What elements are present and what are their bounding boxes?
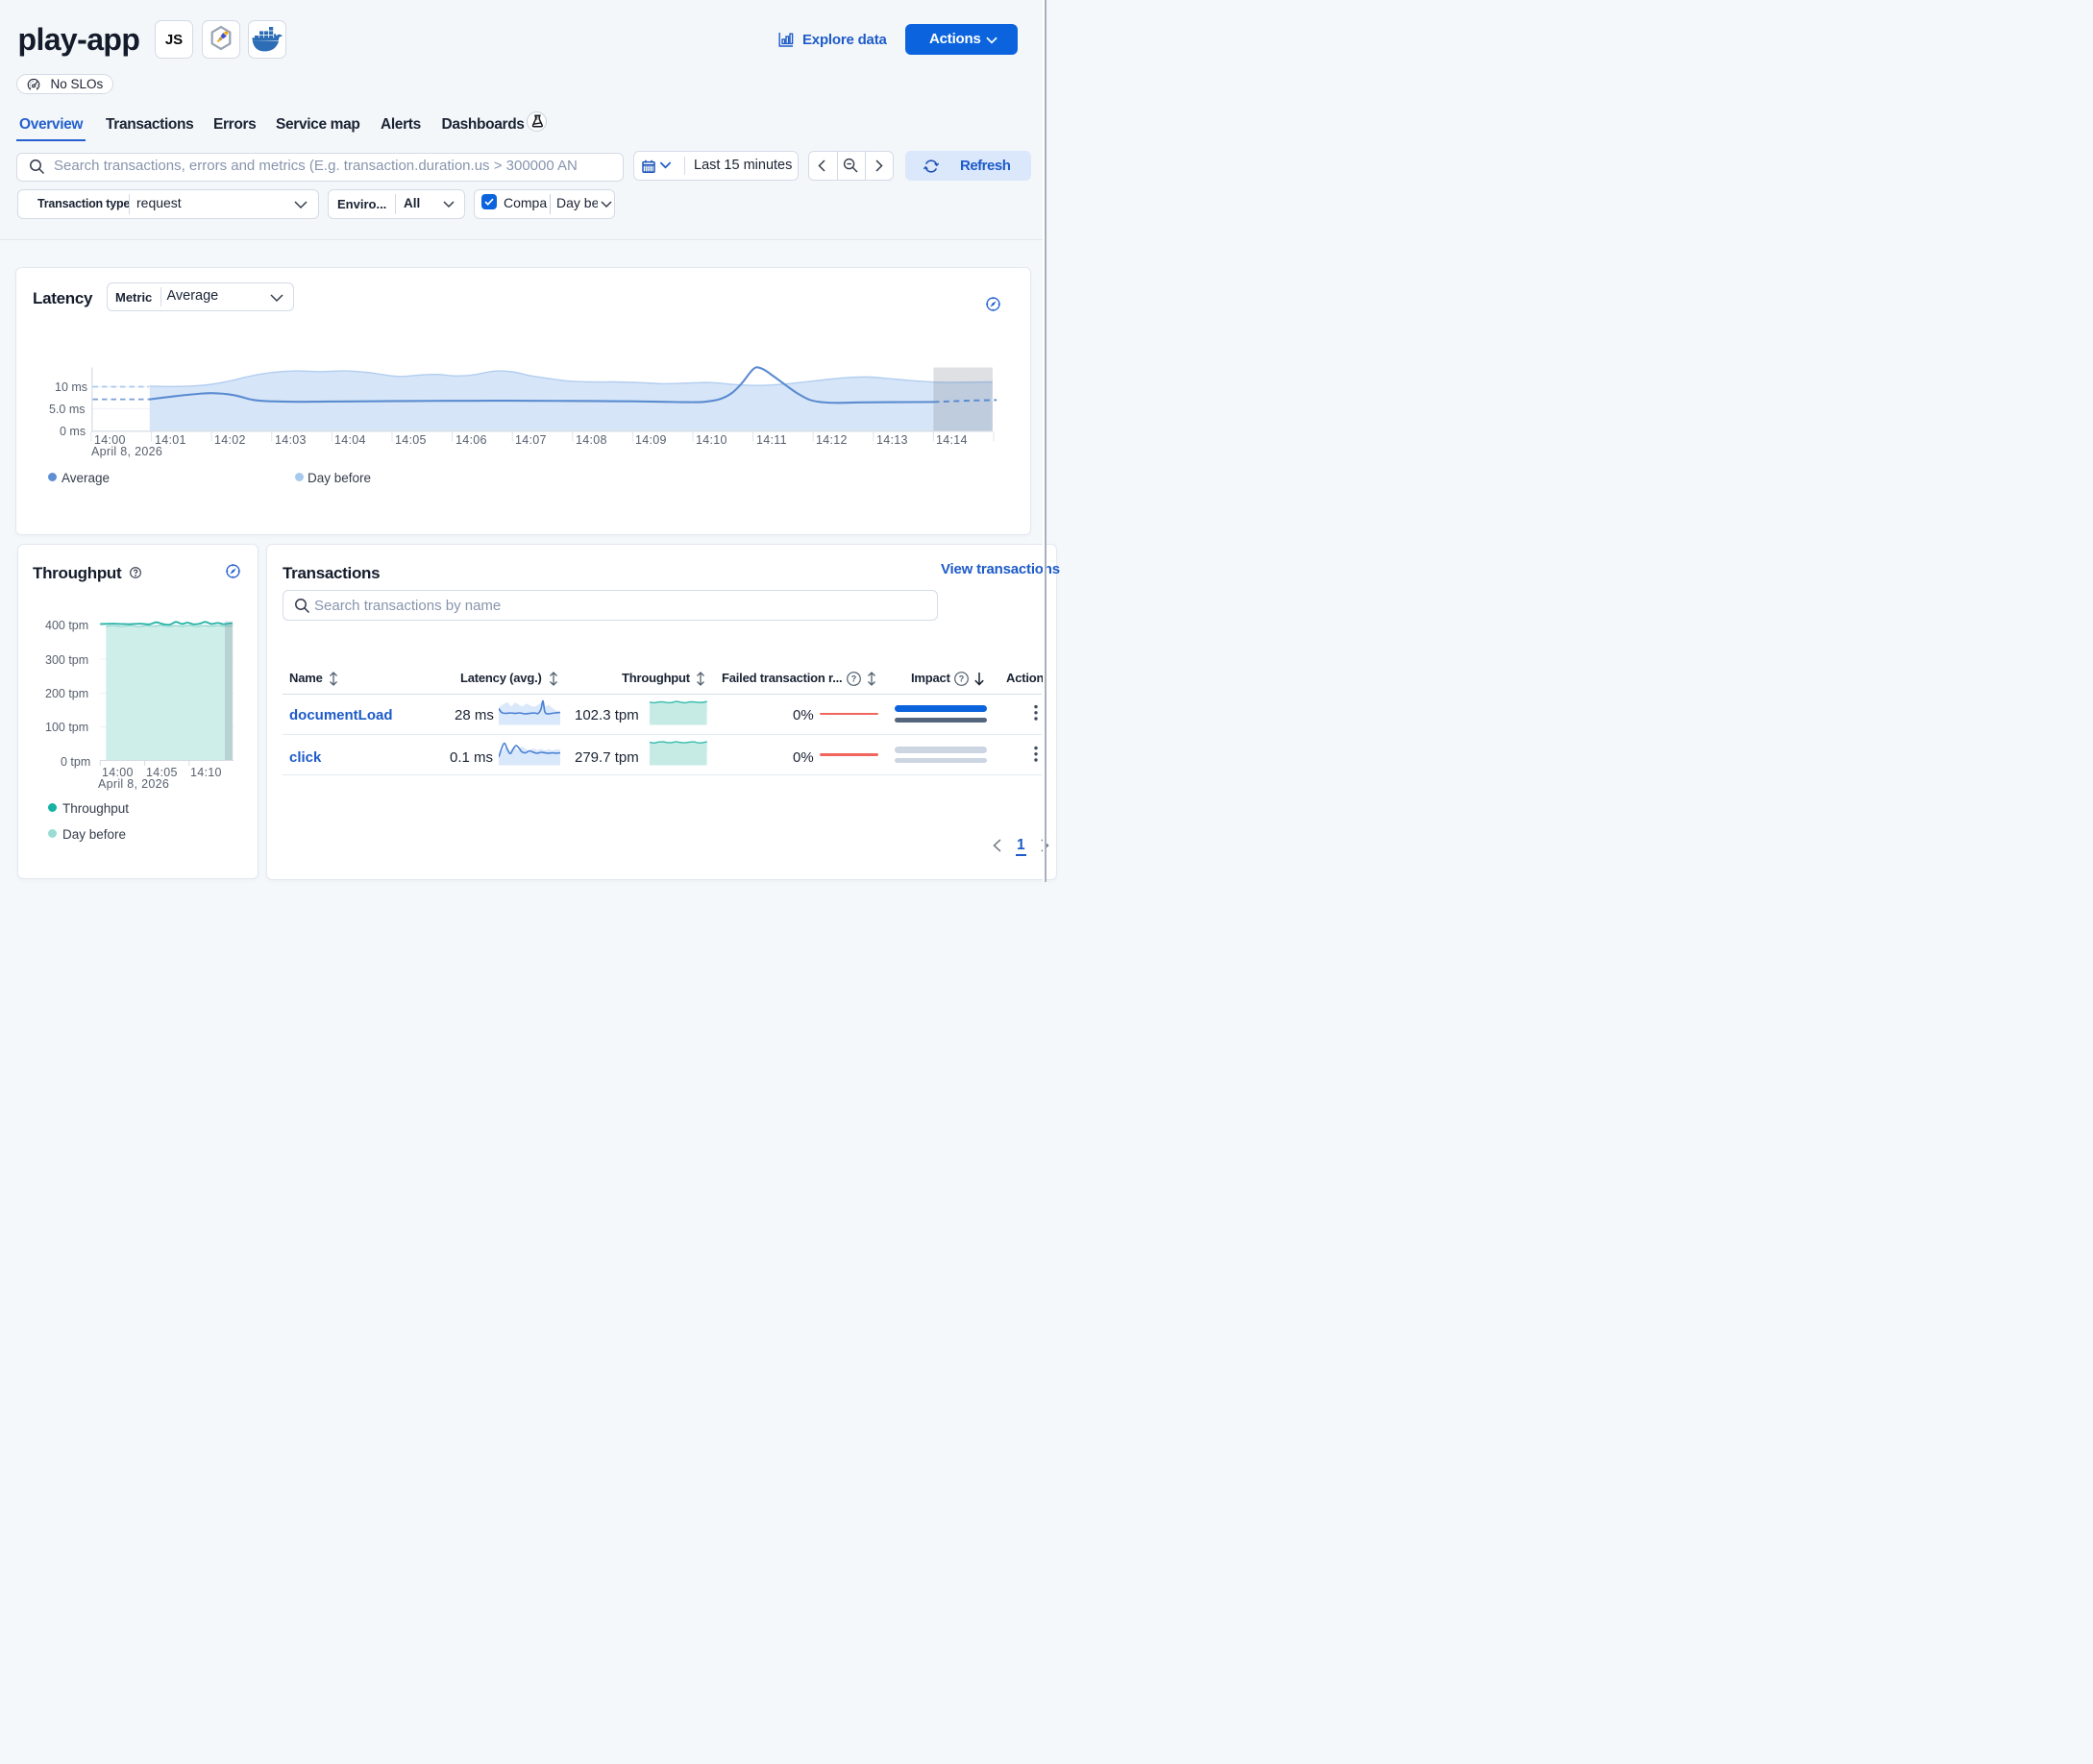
svg-text:?: ? — [959, 674, 965, 684]
svg-text:?: ? — [851, 674, 857, 684]
